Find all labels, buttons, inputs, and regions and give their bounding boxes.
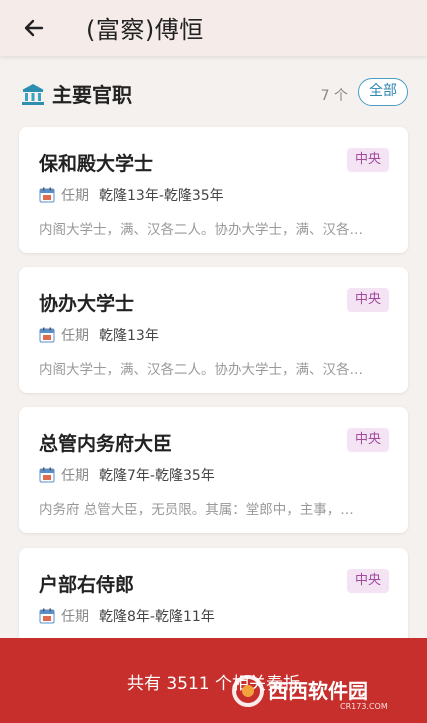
office-card[interactable]: 协办大学士 中央 任期 乾隆13年 内阁大学士，满、汉各二人。协办大学士，满、汉… bbox=[19, 267, 408, 393]
bank-icon bbox=[22, 84, 44, 105]
svg-text:西西软件园: 西西软件园 bbox=[268, 679, 368, 703]
office-description: 内阁大学士，满、汉各二人。协办大学士，满、汉各… bbox=[39, 362, 363, 378]
office-description: 内阁大学士，满、汉各二人。协办大学士，满、汉各… bbox=[39, 222, 363, 238]
term-value: 乾隆8年-乾隆11年 bbox=[99, 609, 215, 625]
office-card[interactable]: 保和殿大学士 中央 任期 乾隆13年-乾隆35年 内阁大学士，满、汉各二人。协办… bbox=[19, 127, 408, 253]
calendar-icon bbox=[39, 327, 55, 343]
term-row: 任期 乾隆7年-乾隆35年 bbox=[39, 465, 215, 485]
office-description: 内务府 总管大臣，无员限。其属：堂郎中，主事，… bbox=[39, 502, 354, 518]
section-title: 主要官职 bbox=[52, 83, 132, 107]
term-label: 任期 bbox=[61, 328, 89, 344]
term-label: 任期 bbox=[61, 188, 89, 204]
term-row: 任期 乾隆8年-乾隆11年 bbox=[39, 606, 215, 626]
back-arrow-icon[interactable] bbox=[20, 14, 48, 42]
term-value: 乾隆13年 bbox=[99, 328, 159, 344]
svg-text:CR173.COM: CR173.COM bbox=[340, 702, 388, 711]
level-tag: 中央 bbox=[347, 148, 389, 172]
calendar-icon bbox=[39, 608, 55, 624]
term-label: 任期 bbox=[61, 609, 89, 625]
office-name: 户部右侍郎 bbox=[39, 574, 135, 596]
watermark-logo: 西西软件园 CR173.COM bbox=[232, 675, 388, 711]
term-value: 乾隆7年-乾隆35年 bbox=[99, 468, 215, 484]
calendar-icon bbox=[39, 467, 55, 483]
level-tag: 中央 bbox=[347, 569, 389, 593]
section-header: 主要官职 7 个 全部 bbox=[20, 78, 408, 110]
office-name: 协办大学士 bbox=[39, 293, 135, 315]
office-name: 总管内务府大臣 bbox=[39, 433, 173, 455]
page-title: (富察)傅恒 bbox=[86, 16, 204, 44]
term-row: 任期 乾隆13年 bbox=[39, 325, 159, 345]
level-tag: 中央 bbox=[347, 288, 389, 312]
calendar-icon bbox=[39, 187, 55, 203]
term-row: 任期 乾隆13年-乾隆35年 bbox=[39, 185, 224, 205]
office-card[interactable]: 总管内务府大臣 中央 任期 乾隆7年-乾隆35年 内务府 总管大臣，无员限。其属… bbox=[19, 407, 408, 533]
term-value: 乾隆13年-乾隆35年 bbox=[99, 188, 224, 204]
view-all-button[interactable]: 全部 bbox=[358, 78, 408, 106]
office-name: 保和殿大学士 bbox=[39, 153, 154, 175]
app-header: (富察)傅恒 bbox=[0, 0, 427, 56]
term-label: 任期 bbox=[61, 468, 89, 484]
level-tag: 中央 bbox=[347, 428, 389, 452]
section-count: 7 个 bbox=[320, 88, 348, 104]
